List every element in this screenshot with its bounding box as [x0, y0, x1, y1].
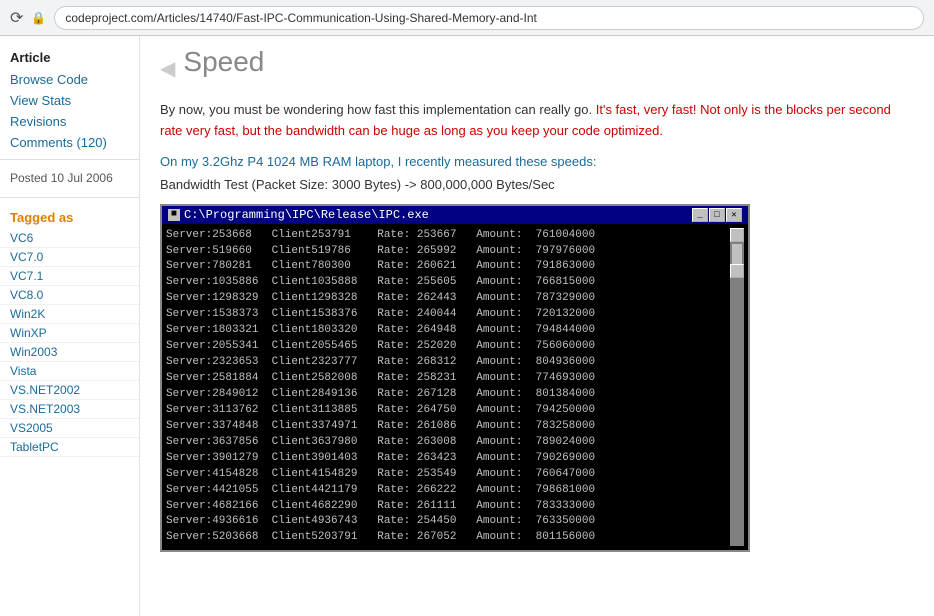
sidebar-divider-2 [0, 197, 139, 198]
section-heading: Speed [183, 46, 264, 78]
tag-vc80[interactable]: VC8.0 [0, 286, 139, 305]
measured-paragraph: On my 3.2Ghz P4 1024 MB RAM laptop, I re… [160, 154, 914, 169]
cmd-titlebar-buttons: _ □ ✕ [692, 208, 742, 222]
cmd-scroll-down-button[interactable]: ▼ [730, 264, 744, 278]
page-container: Article Browse Code View Stats Revisions… [0, 36, 934, 616]
tag-vs2005[interactable]: VS2005 [0, 419, 139, 438]
cmd-scroll-up-button[interactable]: ▲ [730, 228, 744, 242]
tag-vc70[interactable]: VC7.0 [0, 248, 139, 267]
sidebar-posted: Posted 10 Jul 2006 [0, 166, 139, 191]
back-arrow-icon: ◀ [160, 56, 175, 81]
tag-vc71[interactable]: VC7.1 [0, 267, 139, 286]
sidebar-link-view-stats[interactable]: View Stats [0, 90, 139, 111]
cmd-body: Server:253668 Client253791 Rate: 253667 … [162, 224, 748, 551]
url-bar[interactable] [54, 6, 924, 30]
measured-text-link: On my 3.2Ghz P4 1024 MB RAM laptop, I re… [160, 154, 596, 169]
tag-winxp[interactable]: WinXP [0, 324, 139, 343]
tag-vsnet2002[interactable]: VS.NET2002 [0, 381, 139, 400]
cmd-titlebar: ■ C:\Programming\IPC\Release\IPC.exe _ □… [162, 206, 748, 224]
bandwidth-note: Bandwidth Test (Packet Size: 3000 Bytes)… [160, 177, 914, 192]
cmd-text-area: Server:253668 Client253791 Rate: 253667 … [166, 228, 730, 547]
intro-text-normal: By now, you must be wondering how fast t… [160, 102, 596, 117]
cmd-scrollbar: ▲ ▼ [730, 228, 744, 547]
cmd-scroll-thumb[interactable] [732, 244, 742, 264]
sidebar-link-comments[interactable]: Comments (120) [0, 132, 139, 153]
cmd-app-icon: ■ [168, 209, 180, 221]
cmd-title: C:\Programming\IPC\Release\IPC.exe [184, 208, 429, 222]
sidebar-link-revisions[interactable]: Revisions [0, 111, 139, 132]
browser-bar: ⟳ 🔒 [0, 0, 934, 36]
tag-tabletpc[interactable]: TabletPC [0, 438, 139, 457]
main-content: ◀ Speed By now, you must be wondering ho… [140, 36, 934, 616]
lock-icon: 🔒 [31, 11, 46, 25]
tag-vista[interactable]: Vista [0, 362, 139, 381]
cmd-titlebar-left: ■ C:\Programming\IPC\Release\IPC.exe [168, 208, 429, 222]
cmd-window: ■ C:\Programming\IPC\Release\IPC.exe _ □… [160, 204, 750, 553]
tag-vc6[interactable]: VC6 [0, 229, 139, 248]
sidebar: Article Browse Code View Stats Revisions… [0, 36, 140, 616]
tag-win2k[interactable]: Win2K [0, 305, 139, 324]
tag-win2003[interactable]: Win2003 [0, 343, 139, 362]
cmd-restore-button[interactable]: □ [709, 208, 725, 222]
sidebar-link-browse-code[interactable]: Browse Code [0, 69, 139, 90]
article-section-title: Article [0, 44, 139, 69]
refresh-icon[interactable]: ⟳ [10, 8, 23, 28]
tagged-as-title: Tagged as [0, 204, 139, 229]
sidebar-divider-1 [0, 159, 139, 160]
intro-paragraph: By now, you must be wondering how fast t… [160, 100, 914, 142]
cmd-close-button[interactable]: ✕ [726, 208, 742, 222]
tag-vsnet2003[interactable]: VS.NET2003 [0, 400, 139, 419]
cmd-minimize-button[interactable]: _ [692, 208, 708, 222]
